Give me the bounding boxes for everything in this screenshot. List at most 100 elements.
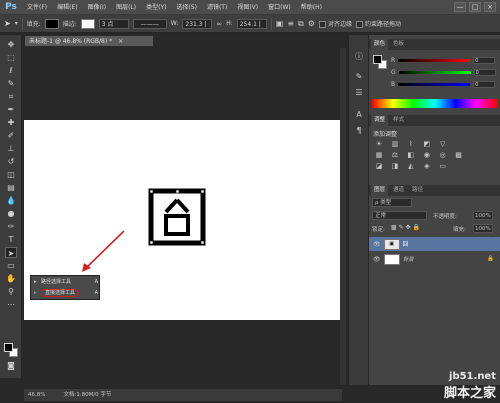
crop-tool-icon[interactable]: ⌗ — [5, 91, 17, 102]
align-edges-option[interactable]: 对齐边缘 — [318, 19, 352, 28]
menu-select[interactable]: 选择(S) — [171, 0, 202, 15]
threshold-icon[interactable]: ◭ — [405, 162, 417, 171]
type-tool-icon[interactable]: T — [5, 234, 17, 245]
edit-toolbar-icon[interactable]: ⋯ — [5, 299, 17, 310]
path-alignment-icon[interactable]: ≡ — [287, 19, 294, 28]
tab-styles[interactable]: 样式 — [390, 115, 407, 126]
align-edges-checkbox[interactable] — [318, 21, 326, 28]
brightness-icon[interactable]: ☀ — [373, 140, 385, 149]
curves-icon[interactable]: ⌇ — [405, 140, 417, 149]
history-brush-icon[interactable]: ↺ — [5, 156, 17, 167]
settings-gear-icon[interactable]: ⚙ — [308, 19, 315, 28]
slider-g[interactable]: G 0 — [391, 68, 499, 77]
posterize-icon[interactable]: ◨ — [389, 162, 401, 171]
layer-row[interactable]: 👁 背景 🔒 — [369, 252, 500, 266]
stroke-type-dropdown[interactable]: ——— — [132, 18, 167, 29]
zoom-tool-icon[interactable]: ⚲ — [5, 286, 17, 297]
rectangle-tool-icon[interactable]: ▭ — [5, 260, 17, 271]
eye-icon[interactable]: 👁 — [373, 241, 381, 248]
layer-row-selected[interactable]: 👁 ▣ 回 — [369, 237, 500, 251]
path-selection-tool-icon[interactable]: ➤ — [5, 247, 17, 258]
marquee-tool-icon[interactable]: ⬚ — [5, 52, 17, 63]
r-track[interactable] — [398, 59, 471, 62]
character-icon[interactable]: A — [353, 109, 365, 121]
menu-window[interactable]: 窗口(W) — [263, 0, 296, 15]
dodge-tool-icon[interactable]: ● — [5, 208, 17, 219]
zoom-level[interactable]: 46.8% — [28, 389, 45, 401]
width-field[interactable]: 231.3 | — [182, 18, 213, 29]
brush-presets-icon[interactable]: ✎ — [353, 71, 365, 83]
document-tab[interactable]: 未标题-1 @ 46.8% (RGB/8) * × — [24, 35, 154, 47]
maximize-button[interactable]: □ — [469, 2, 481, 12]
lasso-tool-icon[interactable]: ℓ — [5, 65, 17, 76]
g-track[interactable] — [398, 71, 471, 74]
foreground-color-swatch[interactable] — [4, 343, 13, 352]
color-balance-icon[interactable]: ⚖ — [389, 151, 401, 160]
flyout-item-direct-selection[interactable]: ▹ 直接选择工具 A — [31, 288, 101, 299]
menu-view[interactable]: 视图(V) — [232, 0, 263, 15]
minimize-button[interactable]: — — [454, 2, 466, 12]
tab-adjustments[interactable]: 调整 — [371, 115, 389, 126]
paragraph-icon[interactable]: ¶ — [353, 125, 365, 137]
close-button[interactable]: × — [484, 2, 496, 12]
move-tool-icon[interactable]: ✥ — [5, 39, 17, 50]
tab-paths[interactable]: 路径 — [409, 185, 426, 196]
menu-help[interactable]: 帮助(H) — [296, 0, 327, 15]
exposure-icon[interactable]: ◩ — [421, 140, 433, 149]
path-arrangement-icon[interactable]: ⧉ — [298, 19, 304, 29]
color-lookup-icon[interactable]: ▩ — [453, 151, 465, 160]
gradient-map-icon[interactable]: ▭ — [437, 162, 449, 171]
gradient-tool-icon[interactable]: ▤ — [5, 182, 17, 193]
hand-tool-icon[interactable]: ✋ — [5, 273, 17, 284]
pen-tool-icon[interactable]: ✑ — [5, 221, 17, 232]
quick-select-tool-icon[interactable]: ✎ — [5, 78, 17, 89]
menu-image[interactable]: 图像(I) — [83, 0, 111, 15]
brush-tool-icon[interactable]: ✐ — [5, 130, 17, 141]
tab-layers[interactable]: 图层 — [371, 185, 389, 196]
clone-stamp-icon[interactable]: ⊥ — [5, 143, 17, 154]
height-field[interactable]: 254.1 | — [236, 18, 267, 29]
menu-file[interactable]: 文件(F) — [22, 0, 52, 15]
color-spectrum[interactable] — [372, 99, 497, 108]
vibrance-icon[interactable]: ▽ — [437, 140, 449, 149]
invert-icon[interactable]: ◪ — [373, 162, 385, 171]
constrain-path-option[interactable]: 约束路径拖动 — [355, 19, 401, 28]
stroke-width-field[interactable]: 3 点 — [98, 18, 129, 29]
eye-icon[interactable]: 👁 — [373, 256, 381, 263]
menu-filter[interactable]: 滤镜(T) — [202, 0, 232, 15]
channel-mixer-icon[interactable]: ◎ — [437, 151, 449, 160]
slider-b[interactable]: B 0 — [391, 80, 499, 89]
quick-mask-icon[interactable]: ◙ — [5, 360, 17, 371]
shape-layer-glyph[interactable] — [146, 186, 208, 248]
blend-mode-dropdown[interactable]: 正常 — [372, 211, 427, 220]
healing-brush-icon[interactable]: ✚ — [5, 117, 17, 128]
levels-icon[interactable]: ▥ — [389, 140, 401, 149]
menu-type[interactable]: 类型(Y) — [141, 0, 171, 15]
menu-edit[interactable]: 编辑(E) — [52, 0, 82, 15]
r-value[interactable]: 0 — [473, 57, 496, 64]
fill-swatch[interactable] — [44, 18, 59, 29]
menu-layer[interactable]: 图层(L) — [111, 0, 141, 15]
hue-saturation-icon[interactable]: ▦ — [373, 151, 385, 160]
link-icon[interactable]: ∞ — [216, 20, 222, 28]
tab-swatches[interactable]: 色板 — [390, 39, 407, 50]
layer-filter-dropdown[interactable]: ρ 类型 — [372, 198, 412, 207]
blur-tool-icon[interactable]: 💧 — [5, 195, 17, 206]
foreground-color-chip[interactable] — [373, 55, 382, 64]
fill-field[interactable]: 100% — [473, 224, 493, 233]
selective-color-icon[interactable]: ◈ — [421, 162, 433, 171]
eraser-tool-icon[interactable]: ◫ — [5, 169, 17, 180]
b-value[interactable]: 0 — [473, 81, 496, 88]
layer-name[interactable]: 背景 — [403, 255, 414, 263]
path-operations-icon[interactable]: ▣ — [276, 19, 284, 28]
black-white-icon[interactable]: ◧ — [405, 151, 417, 160]
info-icon[interactable]: ⓘ — [353, 51, 365, 63]
flyout-item-path-selection[interactable]: ▸ 路径选择工具 A — [31, 277, 101, 288]
history-icon[interactable]: ☰ — [353, 87, 365, 99]
b-track[interactable] — [398, 83, 471, 86]
canvas-scrollbar[interactable] — [340, 48, 346, 385]
chevron-down-icon[interactable]: ▾ — [15, 20, 18, 27]
tab-channels[interactable]: 通道 — [390, 185, 407, 196]
tab-color[interactable]: 颜色 — [371, 39, 389, 50]
lock-icons[interactable]: ▩ ✎ ✥ 🔒 — [391, 224, 420, 231]
